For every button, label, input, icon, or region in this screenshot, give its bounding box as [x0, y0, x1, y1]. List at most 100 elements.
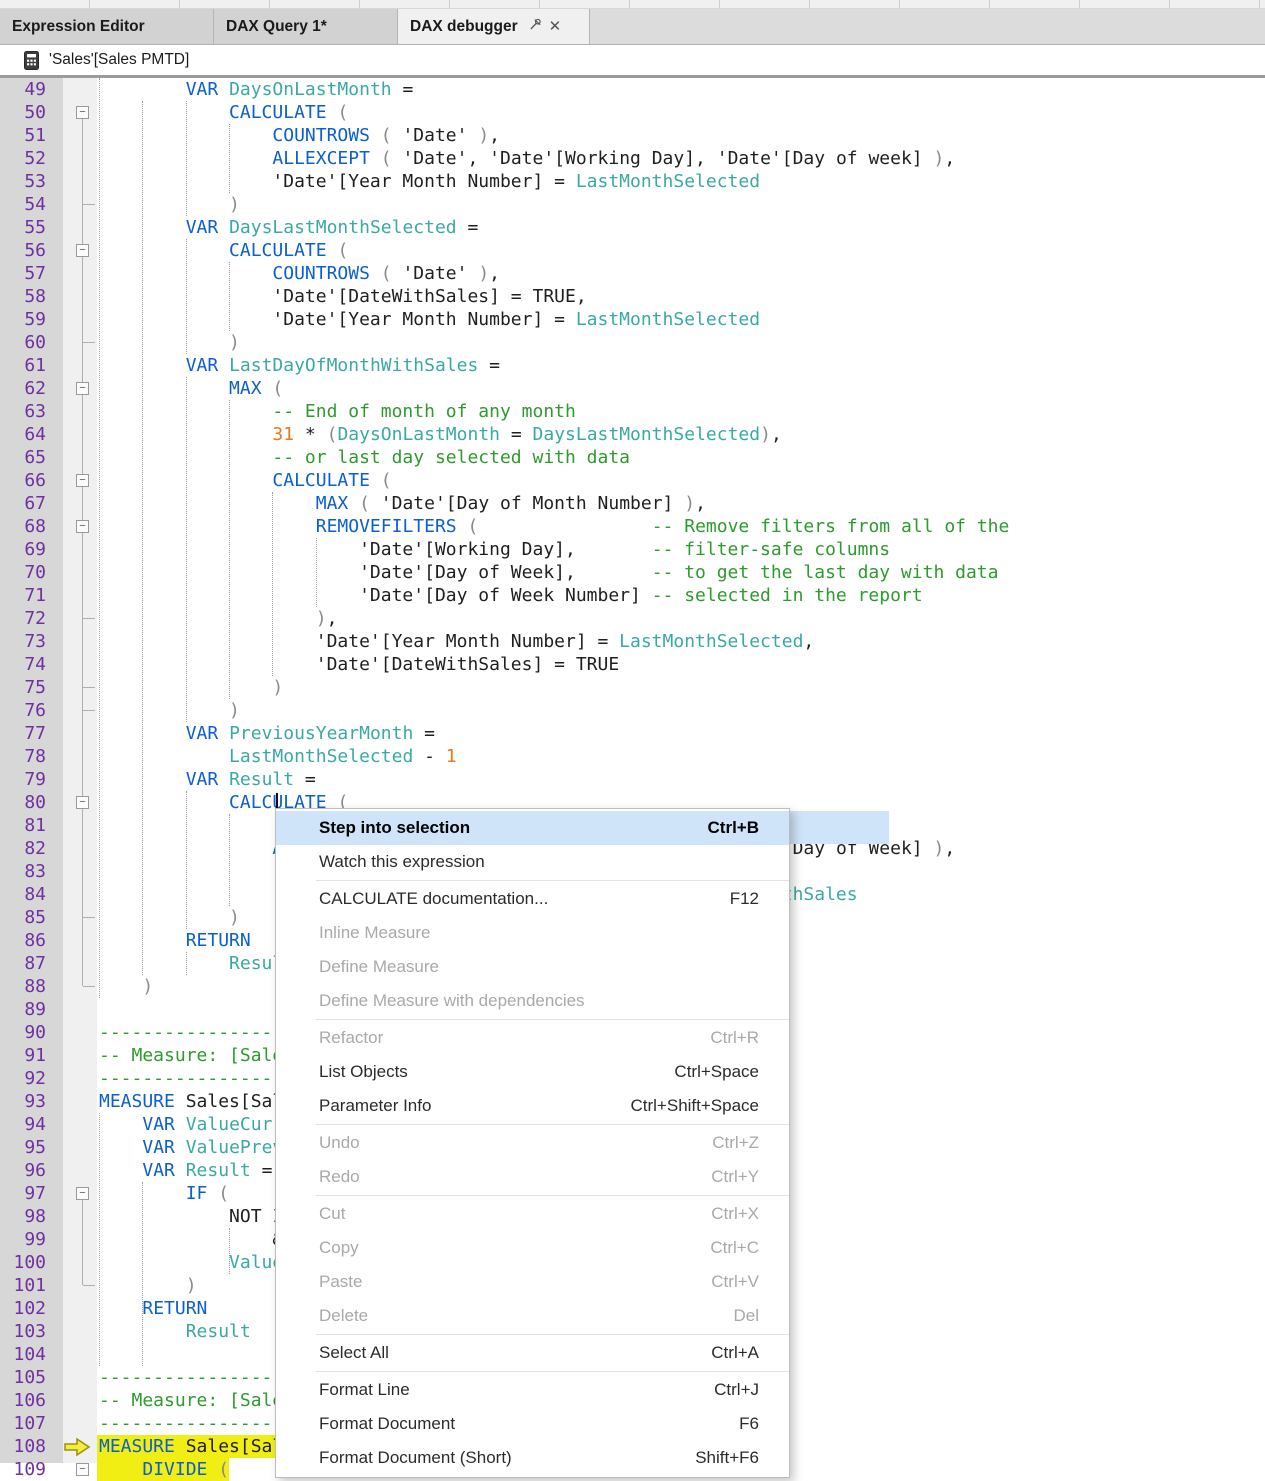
code-text[interactable]: VAR LastDayOfMonthWithSales =: [97, 354, 500, 377]
code-text[interactable]: ): [97, 193, 240, 216]
code-line: 61 VAR LastDayOfMonthWithSales =: [0, 354, 1265, 377]
code-line: 53 'Date'[Year Month Number] = LastMonth…: [0, 170, 1265, 193]
fold-toggle[interactable]: −: [76, 244, 89, 257]
fold-slot: [46, 446, 97, 469]
code-text[interactable]: ALLEXCEPT ( 'Date', 'Date'[Working Day],…: [97, 147, 955, 170]
code-text[interactable]: 'Date'[Working Day], -- filter-safe colu…: [97, 538, 890, 561]
code-text[interactable]: IF (: [97, 1182, 229, 1205]
code-text[interactable]: CALCULATE (: [97, 239, 348, 262]
code-text[interactable]: 'Date'[Day of Week], -- to get the last …: [97, 561, 998, 584]
code-text[interactable]: 'Date'[Year Month Number] = LastMonthSel…: [97, 308, 760, 331]
code-text[interactable]: LastMonthSelected - 1: [97, 745, 457, 768]
code-text[interactable]: REMOVEFILTERS ( -- Remove filters from a…: [97, 515, 1009, 538]
code-text[interactable]: 'Date'[Day of Week Number] -- selected i…: [97, 584, 923, 607]
code-text[interactable]: [97, 1343, 99, 1366]
menu-item-label: Cut: [319, 1204, 345, 1224]
code-text[interactable]: [97, 998, 99, 1021]
code-text[interactable]: RETURN: [97, 1297, 207, 1320]
tab-dax-query-1[interactable]: DAX Query 1*: [214, 9, 398, 44]
menu-item-select-all[interactable]: Select AllCtrl+A: [276, 1336, 789, 1370]
code-text[interactable]: VAR PreviousYearMonth =: [97, 722, 435, 745]
code-text[interactable]: ): [97, 906, 240, 929]
line-number: 54: [0, 193, 46, 216]
fold-slot: [46, 1366, 97, 1389]
line-number: 70: [0, 561, 46, 584]
code-text[interactable]: 'Date'[DateWithSales] = TRUE,: [97, 285, 587, 308]
code-text[interactable]: ): [97, 975, 153, 998]
code-text[interactable]: VAR Result =: [97, 768, 316, 791]
code-text[interactable]: COUNTROWS ( 'Date' ),: [97, 124, 500, 147]
code-line: 70 'Date'[Day of Week], -- to get the la…: [0, 561, 1265, 584]
line-number: 67: [0, 492, 46, 515]
menu-item-calculate-documentation[interactable]: CALCULATE documentation...F12: [276, 882, 789, 916]
code-text[interactable]: COUNTROWS ( 'Date' ),: [97, 262, 500, 285]
fold-toggle[interactable]: −: [76, 796, 89, 809]
fold-slot: [46, 1274, 97, 1297]
code-text[interactable]: CALCULATE (: [97, 469, 392, 492]
code-text[interactable]: 'Date'[Year Month Number] = LastMonthSel…: [97, 170, 760, 193]
line-number: 63: [0, 400, 46, 423]
line-number: 74: [0, 653, 46, 676]
menu-item-shortcut: F6: [739, 1414, 759, 1434]
code-text[interactable]: 31 * (DaysOnLastMonth = DaysLastMonthSel…: [97, 423, 782, 446]
code-text[interactable]: Result: [97, 1320, 251, 1343]
code-text[interactable]: MAX ( 'Date'[Day of Month Number] ),: [97, 492, 706, 515]
code-text[interactable]: -- or last day selected with data: [97, 446, 630, 469]
close-icon[interactable]: ✕: [549, 19, 562, 34]
line-number: 99: [0, 1228, 46, 1251]
fold-toggle[interactable]: −: [76, 382, 89, 395]
code-text[interactable]: ),: [97, 607, 337, 630]
code-text[interactable]: ): [97, 699, 240, 722]
fold-slot: [46, 1458, 97, 1481]
line-number: 89: [0, 998, 46, 1021]
pin-icon[interactable]: [528, 17, 543, 37]
fold-slot: [46, 400, 97, 423]
code-text[interactable]: RETURN: [97, 929, 251, 952]
menu-item-format-line[interactable]: Format LineCtrl+J: [276, 1373, 789, 1407]
menu-item-cut: CutCtrl+X: [276, 1197, 789, 1231]
code-text[interactable]: ): [97, 331, 240, 354]
menu-item-undo: UndoCtrl+Z: [276, 1126, 789, 1160]
menu-item-watch-this-expression[interactable]: Watch this expression: [276, 845, 789, 879]
menu-item-step-into-selection[interactable]: Step into selectionCtrl+B: [276, 811, 789, 845]
fold-toggle[interactable]: −: [76, 1463, 89, 1476]
code-line: 71 'Date'[Day of Week Number] -- selecte…: [0, 584, 1265, 607]
line-number: 79: [0, 768, 46, 791]
menu-item-list-objects[interactable]: List ObjectsCtrl+Space: [276, 1055, 789, 1089]
fold-slot: [46, 791, 97, 814]
code-text[interactable]: Result: [97, 952, 294, 975]
code-text[interactable]: CALCULATE (: [97, 101, 348, 124]
menu-item-parameter-info[interactable]: Parameter InfoCtrl+Shift+Space: [276, 1089, 789, 1123]
code-text[interactable]: ): [97, 676, 283, 699]
menu-item-define-measure-with-dependencies: Define Measure with dependencies: [276, 984, 789, 1018]
menu-item-label: CALCULATE documentation...: [319, 889, 548, 909]
menu-item-redo: RedoCtrl+Y: [276, 1160, 789, 1194]
code-line: 54 ): [0, 193, 1265, 216]
menu-item-format-document-short[interactable]: Format Document (Short)Shift+F6: [276, 1441, 789, 1475]
fold-slot: [46, 78, 97, 101]
code-text[interactable]: 'Date'[Year Month Number] = LastMonthSel…: [97, 630, 814, 653]
code-text[interactable]: VAR DaysOnLastMonth =: [97, 78, 413, 101]
menu-item-shortcut: Ctrl+A: [711, 1343, 759, 1363]
fold-toggle[interactable]: −: [76, 474, 89, 487]
fold-slot: [46, 998, 97, 1021]
fold-slot: [46, 1067, 97, 1090]
code-line: 52 ALLEXCEPT ( 'Date', 'Date'[Working Da…: [0, 147, 1265, 170]
code-text[interactable]: DIVIDE (: [97, 1458, 229, 1481]
menu-item-format-document[interactable]: Format DocumentF6: [276, 1407, 789, 1441]
menu-item-shortcut: Del: [733, 1306, 759, 1326]
tab-dax-debugger[interactable]: DAX debugger✕: [398, 9, 590, 44]
tab-expression-editor[interactable]: Expression Editor: [0, 9, 214, 44]
fold-toggle[interactable]: −: [76, 1187, 89, 1200]
line-number: 96: [0, 1159, 46, 1182]
code-text[interactable]: -- End of month of any month: [97, 400, 576, 423]
fold-slot: [46, 860, 97, 883]
code-text[interactable]: MAX (: [97, 377, 283, 400]
fold-toggle[interactable]: −: [76, 106, 89, 119]
code-text[interactable]: ): [97, 1274, 197, 1297]
code-text[interactable]: VAR Result =: [97, 1159, 272, 1182]
code-text[interactable]: VAR DaysLastMonthSelected =: [97, 216, 478, 239]
fold-slot: [46, 331, 97, 354]
fold-toggle[interactable]: −: [76, 520, 89, 533]
code-text[interactable]: 'Date'[DateWithSales] = TRUE: [97, 653, 619, 676]
